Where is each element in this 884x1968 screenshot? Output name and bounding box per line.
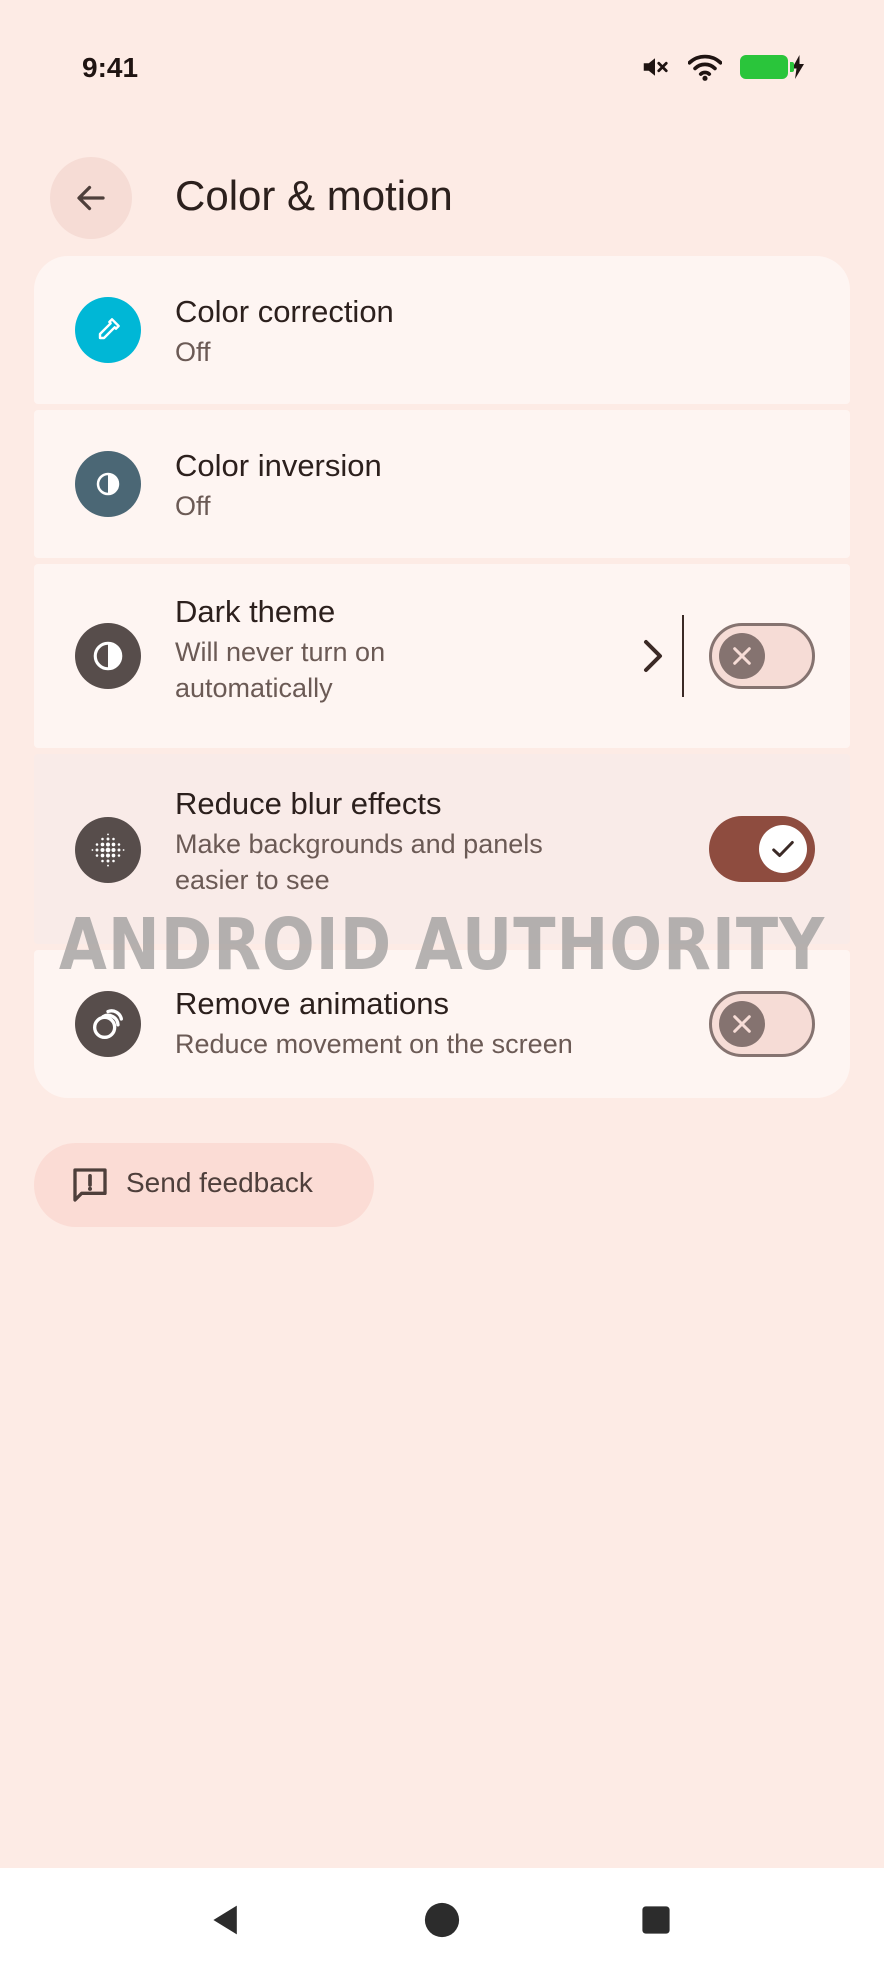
setting-subtitle-line1: Will never turn on	[175, 637, 386, 667]
check-icon	[772, 841, 794, 857]
recents-square-icon	[642, 1906, 670, 1934]
setting-subtitle-line1: Make backgrounds and panels	[175, 829, 543, 859]
animation-rings-icon	[75, 991, 141, 1057]
toggle-thumb	[759, 825, 807, 873]
color-inversion-icon	[75, 451, 141, 517]
dark-theme-icon	[75, 623, 141, 689]
feedback-icon	[73, 1168, 107, 1202]
dark-theme-toggle[interactable]	[709, 623, 815, 689]
setting-title: Reduce blur effects	[175, 786, 442, 821]
reduce-blur-toggle[interactable]	[709, 816, 815, 882]
close-icon	[733, 1015, 751, 1033]
setting-title: Remove animations	[175, 986, 449, 1021]
toggle-thumb	[719, 1001, 765, 1047]
status-icons	[640, 52, 806, 82]
nav-recents-button[interactable]	[628, 1892, 684, 1948]
setting-title: Color inversion	[175, 448, 382, 483]
back-triangle-icon	[213, 1905, 237, 1935]
home-circle-icon	[424, 1902, 460, 1938]
setting-title: Color correction	[175, 294, 394, 329]
nav-back-button[interactable]	[198, 1892, 254, 1948]
nav-home-button[interactable]	[414, 1892, 470, 1948]
setting-color-correction[interactable]: Color correction Off	[34, 256, 850, 404]
status-bar: 9:41	[0, 0, 884, 120]
setting-reduce-blur[interactable]: Reduce blur effects Make backgrounds and…	[34, 754, 850, 944]
setting-title: Dark theme	[175, 594, 336, 629]
send-feedback-button[interactable]: Send feedback	[34, 1143, 374, 1227]
blur-dots-icon	[75, 817, 141, 883]
back-button[interactable]	[50, 157, 132, 239]
status-time: 9:41	[82, 52, 139, 83]
chevron-right-icon[interactable]	[632, 626, 676, 686]
setting-subtitle: Off	[175, 491, 211, 521]
navigation-bar	[0, 1868, 884, 1968]
wifi-icon	[688, 54, 722, 81]
setting-subtitle-line2: easier to see	[175, 865, 330, 895]
eyedropper-icon	[75, 297, 141, 363]
mute-icon	[643, 58, 668, 76]
battery-charging-icon	[740, 55, 806, 79]
setting-subtitle: Reduce movement on the screen	[175, 1029, 573, 1059]
toggle-thumb	[719, 633, 765, 679]
setting-color-inversion[interactable]: Color inversion Off	[34, 410, 850, 558]
setting-remove-animations[interactable]: Remove animations Reduce movement on the…	[34, 950, 850, 1098]
arrow-back-icon	[77, 185, 105, 211]
setting-subtitle-line2: automatically	[175, 673, 333, 703]
remove-animations-toggle[interactable]	[709, 991, 815, 1057]
close-icon	[733, 647, 751, 665]
send-feedback-label: Send feedback	[126, 1167, 313, 1198]
page-title: Color & motion	[175, 172, 453, 219]
divider	[682, 615, 684, 697]
setting-subtitle: Off	[175, 337, 211, 367]
setting-dark-theme[interactable]: Dark theme Will never turn on automatica…	[34, 564, 850, 748]
